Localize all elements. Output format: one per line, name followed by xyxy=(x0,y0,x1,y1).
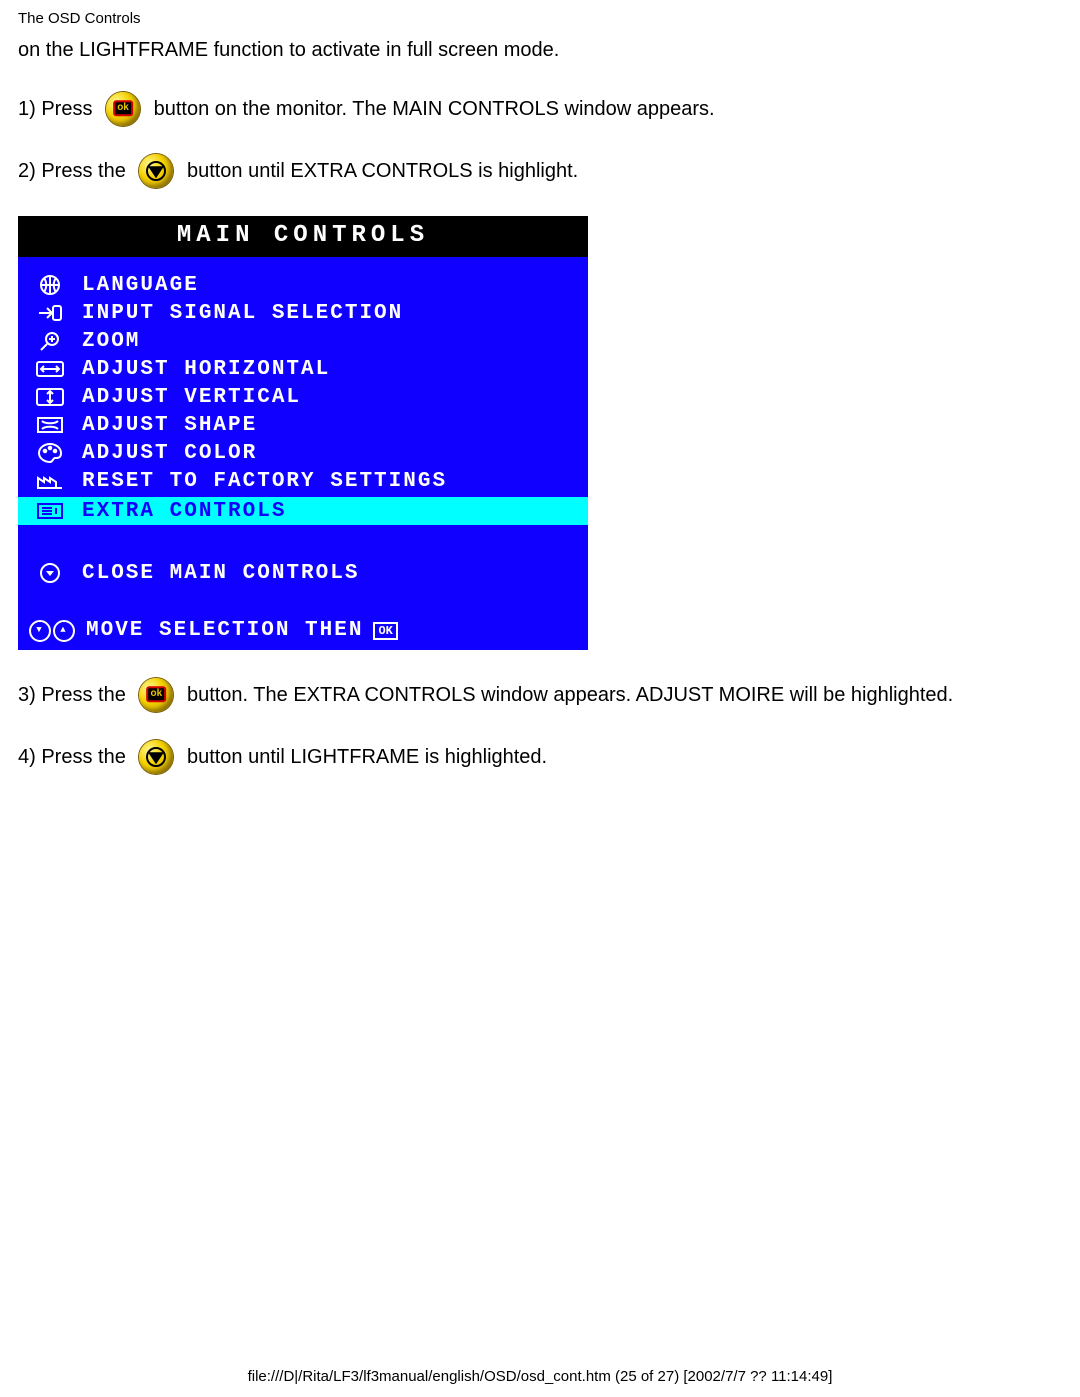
input-icon xyxy=(30,301,70,325)
osd-item-vert: ADJUST VERTICAL xyxy=(28,383,578,411)
horizontal-icon xyxy=(30,357,70,381)
factory-icon xyxy=(30,469,70,493)
osd-item-zoom: ZOOM xyxy=(28,327,578,355)
step-2: 2) Press the button until EXTRA CONTROLS… xyxy=(18,154,1062,188)
page-footer: file:///D|/Rita/LF3/lf3manual/english/OS… xyxy=(0,1368,1080,1385)
ok-indicator-icon: OK xyxy=(373,622,397,640)
step-4-text-b: button until LIGHTFRAME is highlighted. xyxy=(181,746,547,769)
osd-item-reset: RESET TO FACTORY SETTINGS xyxy=(28,467,578,495)
step-3: 3) Press the button. The EXTRA CONTROLS … xyxy=(18,678,1062,712)
osd-item-label: ADJUST COLOR xyxy=(82,442,257,465)
vertical-icon xyxy=(30,385,70,409)
osd-item-label: ADJUST HORIZONTAL xyxy=(82,358,330,381)
step-1-text-b: button on the monitor. The MAIN CONTROLS… xyxy=(148,98,715,121)
step-2-text-a: 2) Press the xyxy=(18,160,131,183)
page-header: The OSD Controls xyxy=(0,0,1080,33)
ok-button-icon xyxy=(106,92,140,126)
intro-text: on the LIGHTFRAME function to activate i… xyxy=(18,37,1062,64)
osd-footer-label: MOVE SELECTION THEN xyxy=(86,619,363,642)
osd-item-label: EXTRA CONTROLS xyxy=(82,500,286,523)
step-1: 1) Press button on the monitor. The MAIN… xyxy=(18,92,1062,126)
ok-button-icon xyxy=(139,678,173,712)
shape-icon xyxy=(30,413,70,437)
osd-item-label: CLOSE MAIN CONTROLS xyxy=(82,562,359,585)
down-button-icon xyxy=(139,154,173,188)
updown-icon: ▼▲ xyxy=(28,620,76,642)
osd-item-label: LANGUAGE xyxy=(82,274,199,297)
close-down-icon xyxy=(30,561,70,585)
osd-item-close: CLOSE MAIN CONTROLS xyxy=(28,559,578,587)
osd-item-language: LANGUAGE xyxy=(28,271,578,299)
step-2-text-b: button until EXTRA CONTROLS is highlight… xyxy=(181,160,578,183)
extra-icon xyxy=(30,499,70,523)
osd-item-label: ADJUST VERTICAL xyxy=(82,386,301,409)
osd-body: LANGUAGE INPUT SIGNAL SELECTION ZOOM ADJ… xyxy=(18,257,588,611)
zoom-icon xyxy=(30,329,70,353)
palette-icon xyxy=(30,441,70,465)
globe-icon xyxy=(30,273,70,297)
osd-item-label: ZOOM xyxy=(82,330,140,353)
step-3-text-a: 3) Press the xyxy=(18,684,131,707)
osd-item-shape: ADJUST SHAPE xyxy=(28,411,578,439)
osd-item-input: INPUT SIGNAL SELECTION xyxy=(28,299,578,327)
down-button-icon xyxy=(139,740,173,774)
osd-item-color: ADJUST COLOR xyxy=(28,439,578,467)
osd-item-label: ADJUST SHAPE xyxy=(82,414,257,437)
osd-item-label: INPUT SIGNAL SELECTION xyxy=(82,302,403,325)
osd-panel: MAIN CONTROLS LANGUAGE INPUT SIGNAL SELE… xyxy=(18,216,588,650)
osd-item-horiz: ADJUST HORIZONTAL xyxy=(28,355,578,383)
step-3-text-b: button. The EXTRA CONTROLS window appear… xyxy=(181,684,953,707)
step-4: 4) Press the button until LIGHTFRAME is … xyxy=(18,740,1062,774)
osd-title: MAIN CONTROLS xyxy=(18,218,588,257)
step-4-text-a: 4) Press the xyxy=(18,746,131,769)
osd-item-label: RESET TO FACTORY SETTINGS xyxy=(82,470,447,493)
step-1-text-a: 1) Press xyxy=(18,98,98,121)
osd-footer: ▼▲ MOVE SELECTION THEN OK xyxy=(18,611,588,650)
osd-item-extra: EXTRA CONTROLS xyxy=(18,497,588,525)
